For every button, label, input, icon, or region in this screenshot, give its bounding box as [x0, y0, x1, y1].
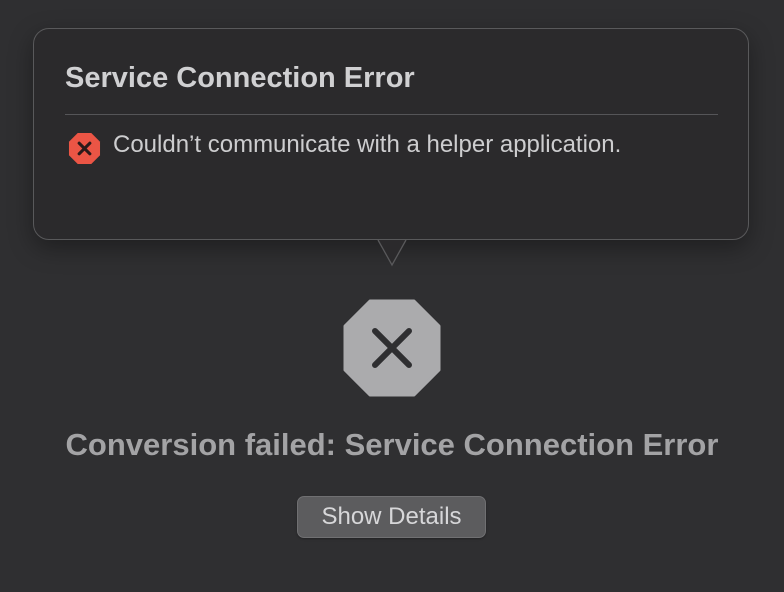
conversion-status-text: Conversion failed: Service Connection Er…: [65, 427, 719, 462]
error-x-icon: [68, 132, 101, 165]
error-popover: Service Connection Error Couldn’t commun…: [33, 28, 749, 240]
popover-title: Service Connection Error: [65, 62, 415, 94]
popover-arrow: [364, 239, 420, 267]
error-message: Couldn’t communicate with a helper appli…: [113, 131, 622, 158]
stop-x-icon: [343, 299, 441, 397]
popover-divider: [65, 114, 718, 115]
show-details-button[interactable]: Show Details: [297, 496, 486, 538]
